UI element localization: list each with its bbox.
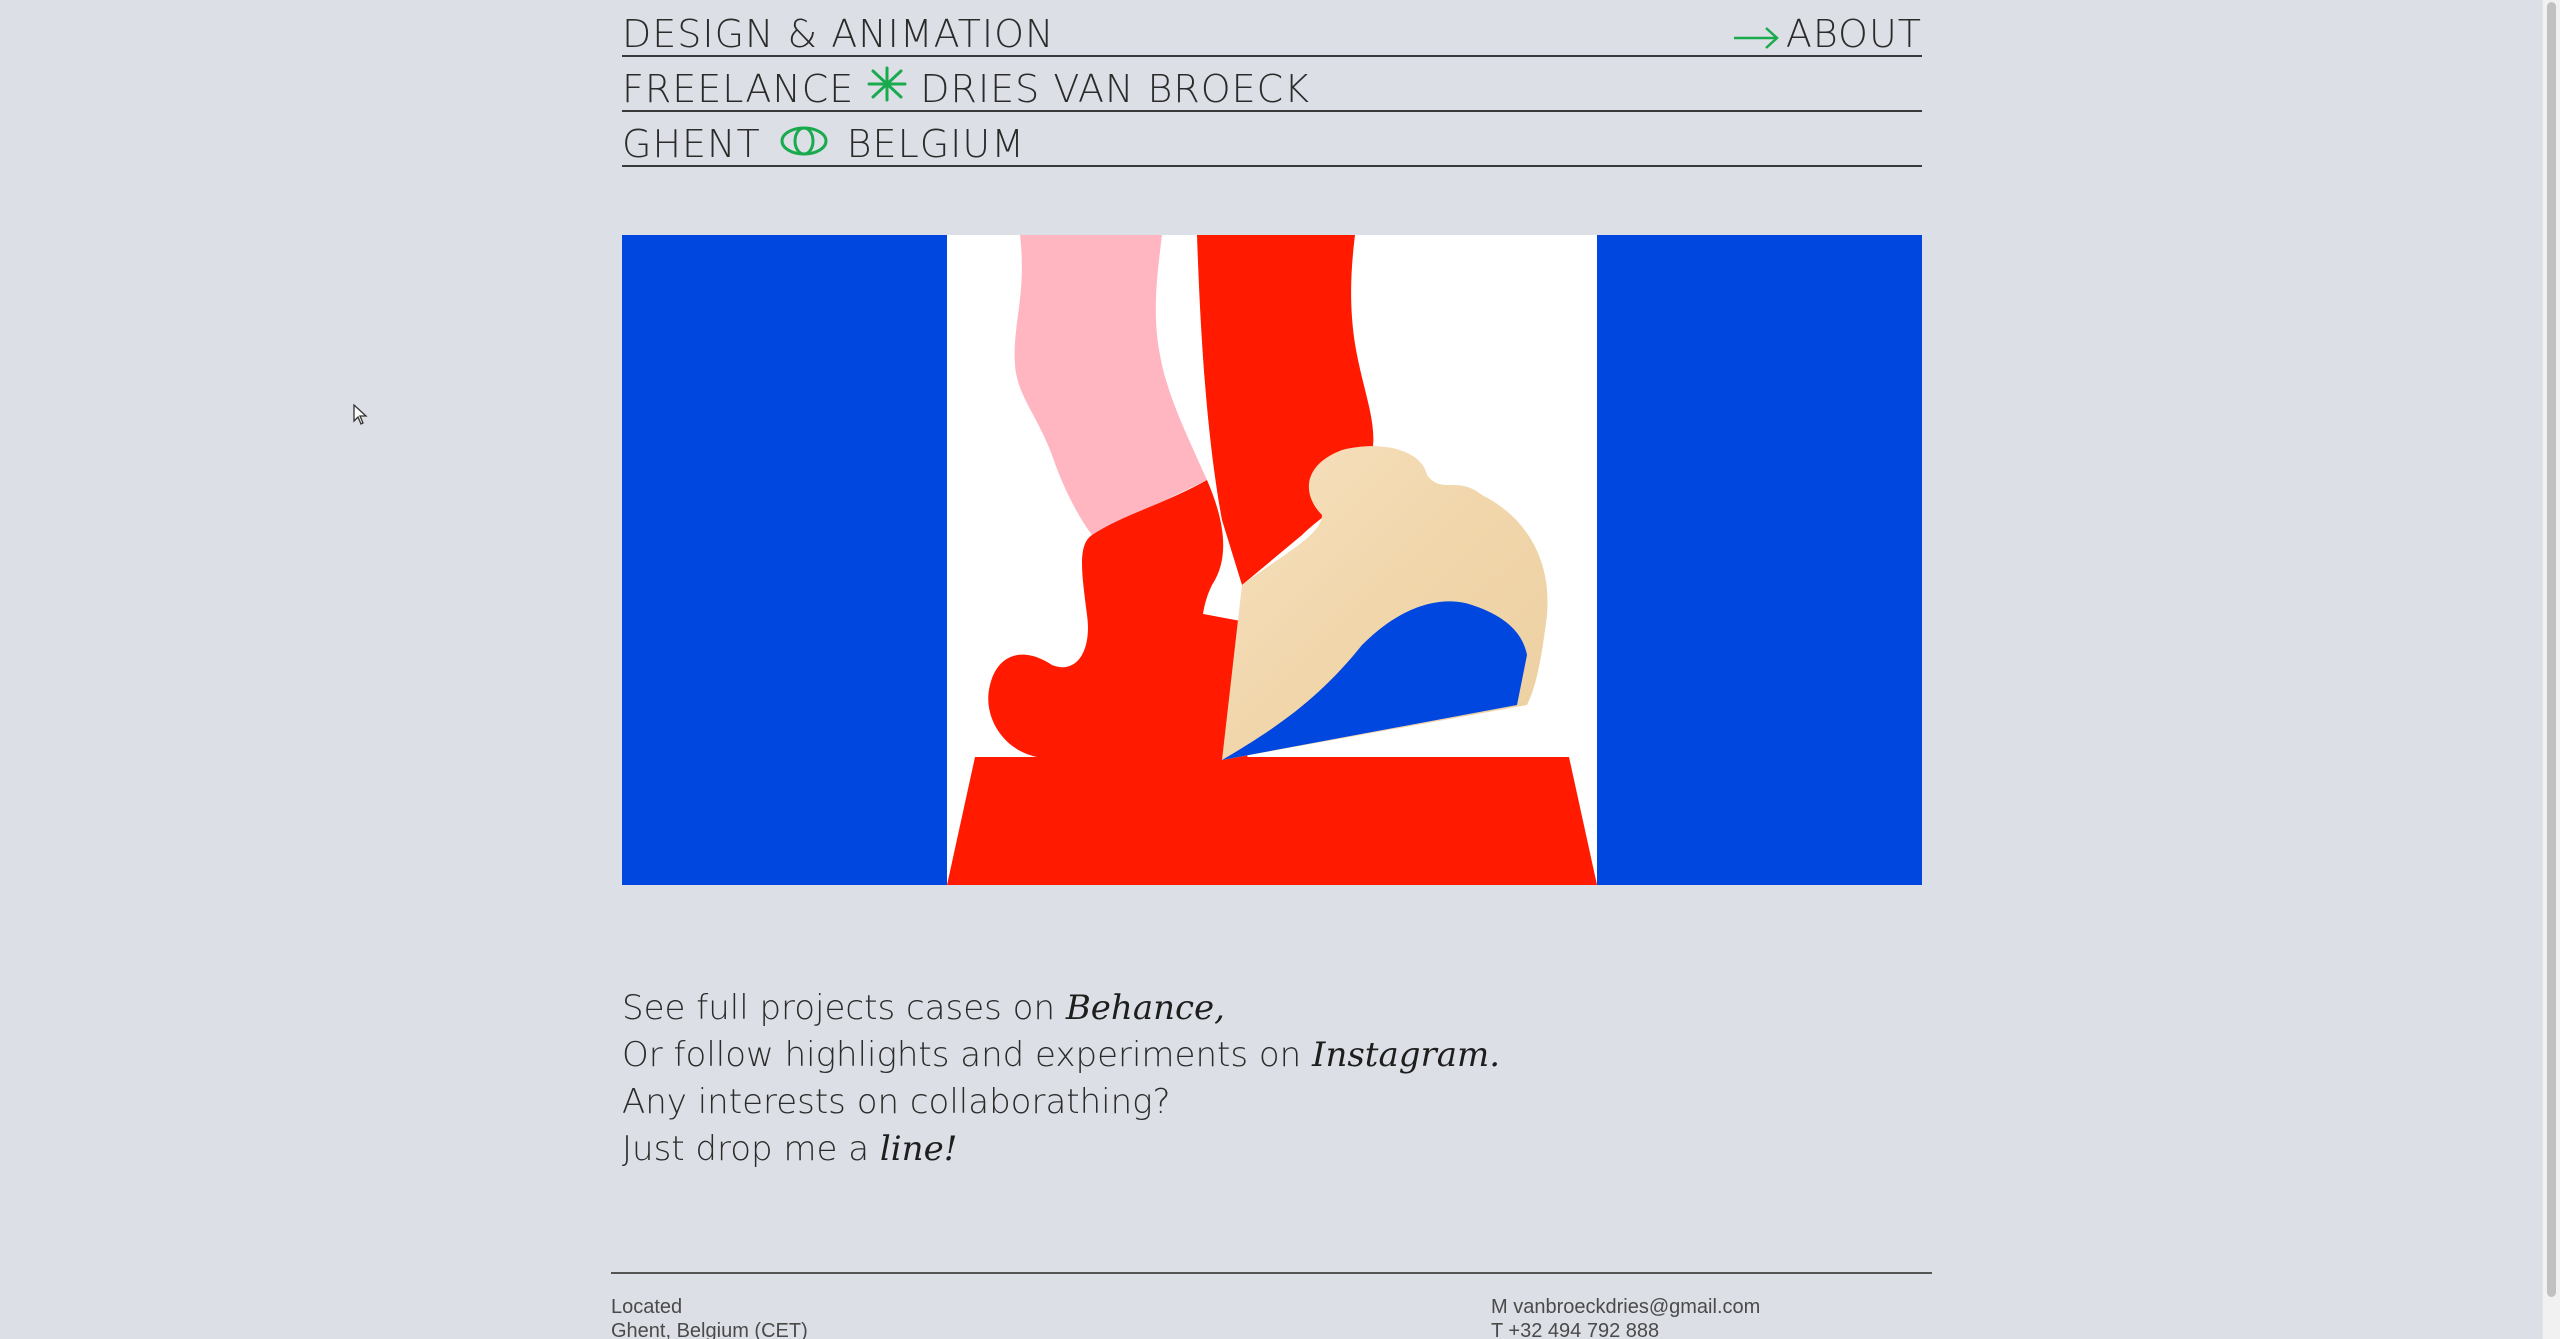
intro-text: See full projects cases on Behance, Or f… bbox=[622, 985, 1922, 1173]
blurb-text-2: Or follow highlights and experiments on bbox=[622, 1035, 1313, 1075]
tagline-design-animation: DESIGN & ANIMATION bbox=[622, 12, 1055, 56]
footer-contact: M vanbroeckdries@gmail.com T +32 494 792… bbox=[1491, 1295, 1760, 1339]
phone-link[interactable]: T +32 494 792 888 bbox=[1491, 1320, 1659, 1339]
blurb-line-4: Just drop me a line! bbox=[622, 1126, 1922, 1173]
city-label: GHENT bbox=[622, 122, 761, 166]
vertical-scrollbar[interactable] bbox=[2542, 0, 2560, 1339]
footer-divider bbox=[611, 1272, 1932, 1274]
about-link[interactable]: ABOUT bbox=[1733, 12, 1922, 56]
header-row-2: FREELANCE DRIES VAN BROECK bbox=[622, 55, 1922, 112]
blurb-line-2: Or follow highlights and experiments on … bbox=[622, 1032, 1922, 1079]
designer-name: DRIES VAN BROECK bbox=[920, 67, 1311, 111]
asterisk-icon bbox=[866, 66, 908, 108]
freelance-label: FREELANCE bbox=[622, 67, 855, 111]
interlocking-rings-icon bbox=[779, 125, 829, 163]
header-row-3: GHENT BELGIUM bbox=[622, 110, 1922, 167]
about-label: ABOUT bbox=[1785, 12, 1922, 56]
blurb-text-4: Just drop me a bbox=[622, 1129, 880, 1169]
hero-illustration[interactable] bbox=[622, 235, 1922, 885]
scrollbar-thumb[interactable] bbox=[2547, 2, 2556, 1297]
footer-location: Located Ghent, Belgium (CET) bbox=[611, 1295, 808, 1339]
behance-link[interactable]: Behance, bbox=[1066, 988, 1225, 1028]
email-link[interactable]: M vanbroeckdries@gmail.com bbox=[1491, 1296, 1760, 1318]
located-label: Located bbox=[611, 1296, 683, 1318]
mouse-cursor-icon bbox=[353, 403, 369, 430]
hero-artwork bbox=[622, 235, 1922, 885]
header-row-1: DESIGN & ANIMATION ABOUT bbox=[622, 0, 1922, 57]
location-value: Ghent, Belgium (CET) bbox=[611, 1320, 808, 1339]
blurb-line-1: See full projects cases on Behance, bbox=[622, 985, 1922, 1032]
country-label: BELGIUM bbox=[846, 122, 1025, 166]
contact-link[interactable]: line! bbox=[880, 1129, 957, 1169]
page: DESIGN & ANIMATION ABOUT FREELANCE DRIES… bbox=[0, 0, 2560, 1339]
blurb-text-1: See full projects cases on bbox=[622, 988, 1066, 1028]
arrow-right-icon bbox=[1733, 27, 1779, 49]
blurb-line-3: Any interests on collaborathing? bbox=[622, 1082, 1171, 1122]
instagram-link[interactable]: Instagram. bbox=[1312, 1035, 1500, 1075]
